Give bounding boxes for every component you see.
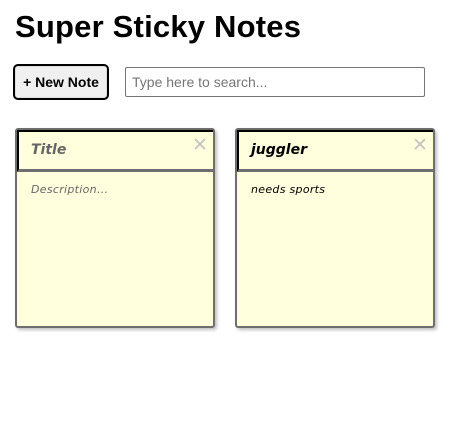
new-note-button[interactable]: + New Note	[13, 64, 109, 100]
sticky-note: Title ✕ Description...	[15, 128, 215, 328]
note-title-input[interactable]: juggler	[237, 130, 433, 172]
sticky-note: juggler ✕ needs sports	[235, 128, 435, 328]
search-input[interactable]	[125, 67, 425, 97]
close-icon[interactable]: ✕	[411, 134, 429, 156]
note-description-input[interactable]: needs sports	[237, 172, 433, 326]
note-description-input[interactable]: Description...	[17, 172, 213, 326]
close-icon[interactable]: ✕	[191, 134, 209, 156]
page-title: Super Sticky Notes	[15, 9, 302, 44]
note-title-input[interactable]: Title	[17, 130, 213, 172]
